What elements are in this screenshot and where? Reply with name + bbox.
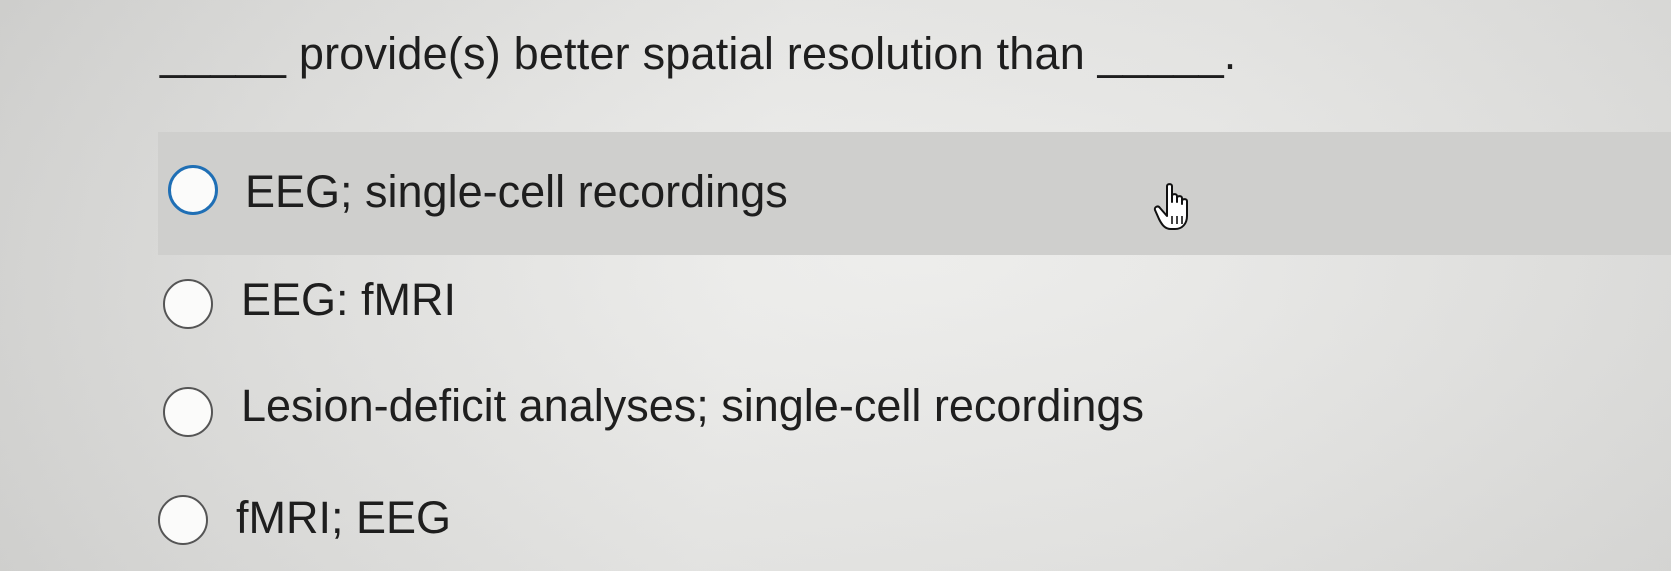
radio-option-1[interactable] xyxy=(168,165,218,215)
option-3-label[interactable]: Lesion-deficit analyses; single-cell rec… xyxy=(241,380,1144,432)
option-1-label[interactable]: EEG; single-cell recordings xyxy=(245,166,788,218)
option-4-label[interactable]: fMRI; EEG xyxy=(236,492,451,544)
radio-option-4[interactable] xyxy=(158,495,208,545)
question-text: _____ provide(s) better spatial resoluti… xyxy=(160,28,1237,79)
hand-pointer-icon xyxy=(1153,183,1188,230)
option-2-label[interactable]: EEG: fMRI xyxy=(241,274,456,326)
radio-option-3[interactable] xyxy=(163,387,213,437)
radio-option-2[interactable] xyxy=(163,279,213,329)
